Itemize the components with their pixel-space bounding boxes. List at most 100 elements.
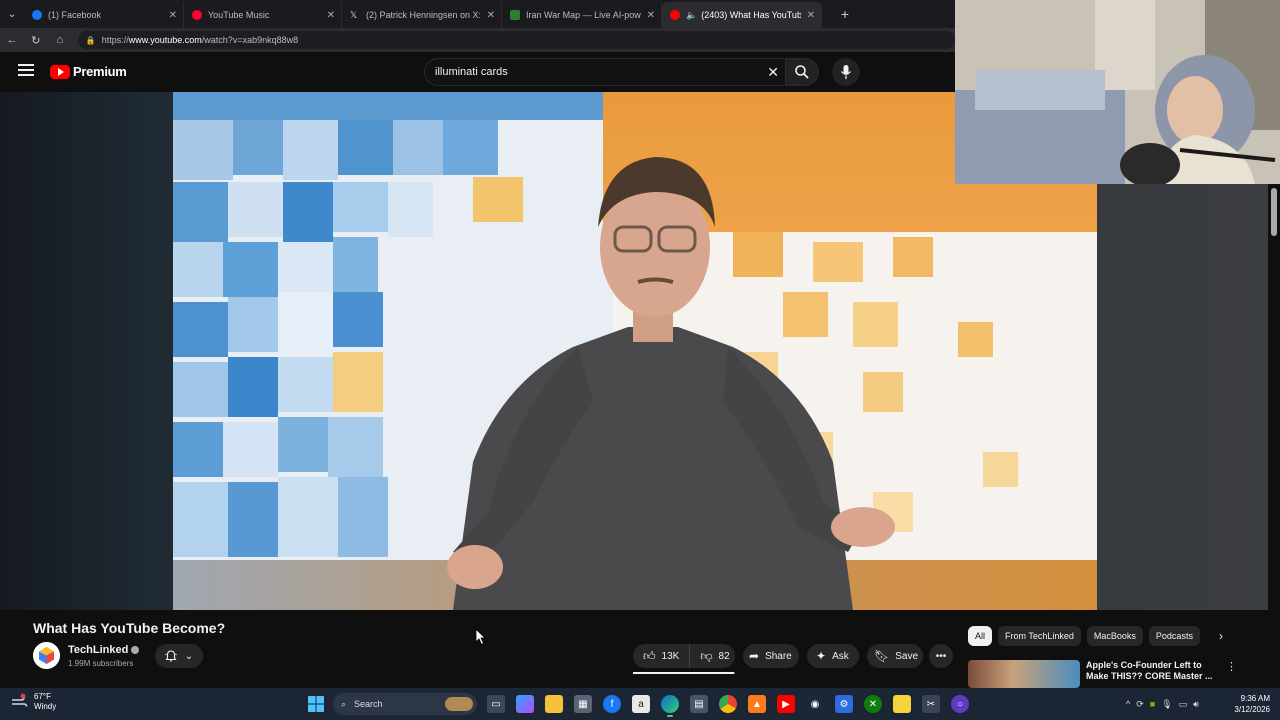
- more-horizontal-icon: •••: [935, 650, 947, 662]
- chip-macbooks[interactable]: MacBooks: [1086, 626, 1143, 646]
- hamburger-menu-icon[interactable]: [18, 64, 34, 78]
- map-site-icon: [510, 10, 520, 20]
- search-highlight-icon: [445, 697, 473, 711]
- weather-wind-icon: [10, 693, 28, 711]
- tab-facebook[interactable]: (1) Facebook ✕: [24, 2, 184, 28]
- taskbar-search-box[interactable]: ⌕ Search: [333, 693, 477, 715]
- search-input[interactable]: [435, 66, 755, 78]
- ask-label: Ask: [832, 650, 849, 662]
- video-title: What Has YouTube Become?: [33, 620, 226, 636]
- tab-label: (1) Facebook: [48, 10, 102, 20]
- url-path: /watch?v=xab9nkq88w8: [201, 35, 299, 45]
- copilot-icon[interactable]: [516, 695, 534, 713]
- sparkle-icon: ✦: [816, 649, 827, 663]
- search-box[interactable]: ✕: [424, 58, 788, 86]
- windows-start-icon[interactable]: [307, 695, 325, 713]
- xbox-icon[interactable]: ✕: [864, 695, 882, 713]
- ask-button[interactable]: ✦ Ask: [807, 644, 859, 668]
- logo-text: Premium: [73, 64, 127, 79]
- subscribed-notifications-button[interactable]: ⌄: [155, 644, 203, 668]
- tab-label: Iran War Map — Live AI-powered: [526, 10, 641, 20]
- tab-actions-menu-icon[interactable]: ⌄: [0, 0, 24, 28]
- recommended-video[interactable]: Apple's Co-Founder Left to Make THIS?? C…: [968, 660, 1268, 688]
- youtube-premium-logo[interactable]: Premium: [50, 64, 127, 79]
- recommended-thumbnail[interactable]: [968, 660, 1080, 688]
- show-hidden-icons-chevron-icon[interactable]: ^: [1126, 699, 1130, 709]
- close-tab-icon[interactable]: ✕: [487, 10, 495, 21]
- tab-label: (2403) What Has YouTube Be: [701, 10, 800, 20]
- nvidia-icon[interactable]: ■: [1150, 699, 1155, 709]
- tab-x-post[interactable]: 𝕏 (2) Patrick Henningsen on X: "This ✕: [342, 2, 502, 28]
- save-button[interactable]: 🔖︎ Save: [867, 644, 923, 668]
- more-actions-button[interactable]: •••: [929, 644, 953, 668]
- volume-icon[interactable]: 🔊︎: [1193, 699, 1199, 710]
- browser-tab-strip: ⌄ (1) Facebook ✕ YouTube Music ✕ 𝕏 (2) P…: [0, 0, 955, 28]
- task-view-icon[interactable]: ▭: [487, 695, 505, 713]
- back-arrow-icon[interactable]: ←: [0, 34, 24, 46]
- close-tab-icon[interactable]: ✕: [327, 10, 335, 21]
- facebook-app-icon[interactable]: f: [603, 695, 621, 713]
- techlinked-logo-icon: [33, 642, 60, 669]
- channel-name[interactable]: TechLinked: [68, 644, 140, 656]
- microphone-tray-icon[interactable]: 🎙︎: [1161, 699, 1172, 710]
- like-button[interactable]: 👍︎ 13K: [633, 644, 691, 668]
- calculator-icon[interactable]: ▤: [690, 695, 708, 713]
- taskbar-search-label: Search: [354, 699, 383, 709]
- close-tab-icon[interactable]: ✕: [807, 10, 815, 21]
- home-icon[interactable]: ⌂: [48, 34, 72, 46]
- close-tab-icon[interactable]: ✕: [647, 10, 655, 21]
- chip-podcasts[interactable]: Podcasts: [1148, 626, 1200, 646]
- x-logo-icon: 𝕏: [350, 10, 358, 20]
- speaker-icon[interactable]: 🔈: [686, 10, 697, 21]
- chip-from-techlinked[interactable]: From TechLinked: [998, 626, 1081, 646]
- chips-next-chevron-icon[interactable]: ›: [1214, 626, 1228, 646]
- youtube-music-icon: [192, 10, 202, 20]
- system-clock[interactable]: 9:36 AM 3/12/2026: [1226, 693, 1270, 715]
- tab-iran-war-map[interactable]: Iran War Map — Live AI-powered ✕: [502, 2, 662, 28]
- youtube-app-icon[interactable]: ▶: [777, 695, 795, 713]
- tab-youtube-music[interactable]: YouTube Music ✕: [184, 2, 342, 28]
- close-tab-icon[interactable]: ✕: [169, 10, 177, 21]
- chrome-icon[interactable]: [719, 695, 737, 713]
- vlc-icon[interactable]: ▲: [748, 695, 766, 713]
- page-scrollbar[interactable]: [1268, 184, 1280, 684]
- weather-widget[interactable]: 67°F Windy: [10, 692, 56, 712]
- more-vertical-icon[interactable]: ⋮: [1226, 660, 1237, 673]
- share-button[interactable]: ➦ Share: [743, 644, 799, 668]
- steam-icon[interactable]: ◉: [806, 695, 824, 713]
- url-field[interactable]: 🔒 https://www.youtube.com/watch?v=xab9nk…: [77, 31, 955, 49]
- share-arrow-icon: ➦: [749, 649, 760, 663]
- tab-youtube-video[interactable]: 🔈 (2403) What Has YouTube Be ✕: [662, 2, 822, 28]
- snipping-tool-icon[interactable]: ✂: [922, 695, 940, 713]
- cortana-icon[interactable]: ○: [951, 695, 969, 713]
- clear-search-icon[interactable]: ✕: [767, 64, 779, 81]
- onedrive-sync-icon[interactable]: ⟳: [1136, 699, 1144, 710]
- url-host: www.youtube.com: [128, 35, 202, 45]
- recommendation-chips: All From TechLinked MacBooks Podcasts: [968, 626, 1230, 646]
- reload-icon[interactable]: ↻: [24, 34, 48, 47]
- amazon-icon[interactable]: a: [632, 695, 650, 713]
- scrollbar-thumb[interactable]: [1271, 188, 1277, 236]
- dislike-button[interactable]: 👎︎ 82: [690, 649, 729, 664]
- recommended-title[interactable]: Apple's Co-Founder Left to Make THIS?? C…: [1086, 660, 1216, 682]
- share-label: Share: [765, 650, 792, 662]
- voice-search-button[interactable]: [832, 58, 860, 86]
- edge-browser-icon[interactable]: [661, 695, 679, 717]
- chip-all[interactable]: All: [968, 626, 993, 646]
- new-tab-button[interactable]: +: [834, 6, 856, 22]
- settings-gear-icon[interactable]: ⚙: [835, 695, 853, 713]
- facebook-icon: [32, 10, 42, 20]
- url-prefix: https://: [101, 35, 129, 45]
- microsoft-store-icon[interactable]: ▦: [574, 695, 592, 713]
- sticky-notes-icon[interactable]: [893, 695, 911, 713]
- like-ratio-bar: [633, 672, 735, 674]
- search-button[interactable]: [785, 58, 819, 86]
- youtube-icon: [670, 10, 680, 20]
- site-info-icon[interactable]: 🔒: [86, 36, 96, 45]
- channel-avatar[interactable]: [33, 642, 60, 669]
- file-explorer-icon[interactable]: [545, 695, 563, 713]
- like-ratio-fill: [633, 672, 734, 674]
- network-icon[interactable]: ▭: [1179, 699, 1188, 710]
- like-dislike-group: 👍︎ 13K 👎︎ 82: [633, 644, 735, 668]
- watch-metadata: What Has YouTube Become? TechLinked 1.99…: [0, 610, 1268, 688]
